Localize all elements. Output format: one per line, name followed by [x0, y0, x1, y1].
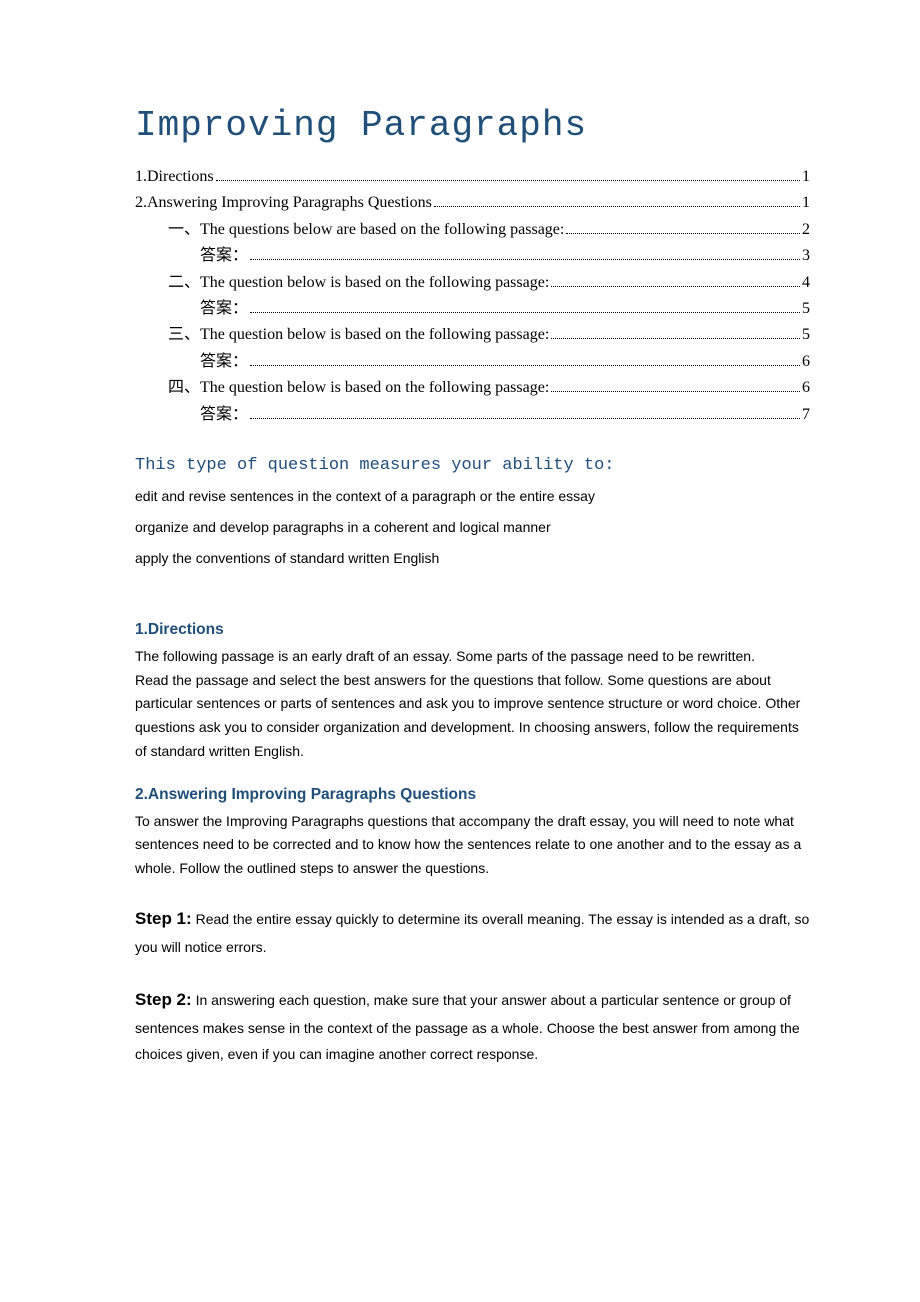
- section-body: The following passage is an early draft …: [135, 645, 810, 764]
- toc-leader: [250, 365, 800, 366]
- toc-entry[interactable]: 1.Directions 1: [135, 164, 810, 190]
- toc-page-number: 6: [802, 349, 810, 375]
- toc-label: 2.Answering Improving Paragraphs Questio…: [135, 190, 432, 216]
- ability-list: edit and revise sentences in the context…: [135, 486, 810, 569]
- section-intro: To answer the Improving Paragraphs quest…: [135, 810, 810, 881]
- toc-page-number: 7: [802, 402, 810, 428]
- toc-label: 答案：: [200, 243, 248, 269]
- toc-entry[interactable]: 二、The question below is based on the fol…: [135, 270, 810, 296]
- toc-label: 答案：: [200, 296, 248, 322]
- toc-entry[interactable]: 答案： 3: [135, 243, 810, 269]
- toc-page-number: 4: [802, 270, 810, 296]
- toc-leader: [551, 338, 800, 339]
- step-2: Step 2: In answering each question, make…: [135, 984, 810, 1067]
- table-of-contents: 1.Directions 1 2.Answering Improving Par…: [135, 164, 810, 428]
- toc-label: 一、The questions below are based on the f…: [168, 217, 564, 243]
- toc-leader: [566, 233, 800, 234]
- toc-entry[interactable]: 答案： 7: [135, 402, 810, 428]
- toc-entry[interactable]: 2.Answering Improving Paragraphs Questio…: [135, 190, 810, 216]
- toc-page-number: 6: [802, 375, 810, 401]
- toc-entry[interactable]: 三、The question below is based on the fol…: [135, 322, 810, 348]
- section-heading-directions: 1.Directions: [135, 621, 810, 639]
- toc-page-number: 3: [802, 243, 810, 269]
- toc-entry[interactable]: 答案： 5: [135, 296, 810, 322]
- toc-label: 三、The question below is based on the fol…: [168, 322, 549, 348]
- toc-entry[interactable]: 四、The question below is based on the fol…: [135, 375, 810, 401]
- toc-label: 二、The question below is based on the fol…: [168, 270, 549, 296]
- toc-label: 答案：: [200, 349, 248, 375]
- step-body: In answering each question, make sure th…: [135, 992, 800, 1061]
- toc-label: 答案：: [200, 402, 248, 428]
- ability-item: organize and develop paragraphs in a coh…: [135, 517, 810, 538]
- step-body: Read the entire essay quickly to determi…: [135, 911, 809, 954]
- toc-entry[interactable]: 一、The questions below are based on the f…: [135, 217, 810, 243]
- toc-page-number: 5: [802, 296, 810, 322]
- toc-leader: [551, 391, 800, 392]
- toc-page-number: 1: [802, 164, 810, 190]
- toc-entry[interactable]: 答案： 6: [135, 349, 810, 375]
- toc-leader: [250, 418, 800, 419]
- page-title: Improving Paragraphs: [135, 105, 810, 146]
- paragraph-text: The following passage is an early draft …: [135, 648, 755, 664]
- toc-label: 1.Directions: [135, 164, 214, 190]
- toc-leader: [434, 206, 800, 207]
- section-heading-answering: 2.Answering Improving Paragraphs Questio…: [135, 786, 810, 804]
- toc-leader: [551, 286, 800, 287]
- document-page: Improving Paragraphs 1.Directions 1 2.An…: [0, 0, 920, 1302]
- step-1: Step 1: Read the entire essay quickly to…: [135, 903, 810, 960]
- toc-page-number: 2: [802, 217, 810, 243]
- step-label: Step 1:: [135, 909, 192, 928]
- ability-item: edit and revise sentences in the context…: [135, 486, 810, 507]
- toc-leader: [250, 259, 800, 260]
- paragraph-text: Read the passage and select the best ans…: [135, 672, 800, 759]
- toc-page-number: 1: [802, 190, 810, 216]
- ability-item: apply the conventions of standard writte…: [135, 548, 810, 569]
- toc-leader: [250, 312, 800, 313]
- ability-heading: This type of question measures your abil…: [135, 454, 810, 478]
- step-label: Step 2:: [135, 990, 192, 1009]
- toc-leader: [216, 180, 800, 181]
- toc-label: 四、The question below is based on the fol…: [168, 375, 549, 401]
- toc-page-number: 5: [802, 322, 810, 348]
